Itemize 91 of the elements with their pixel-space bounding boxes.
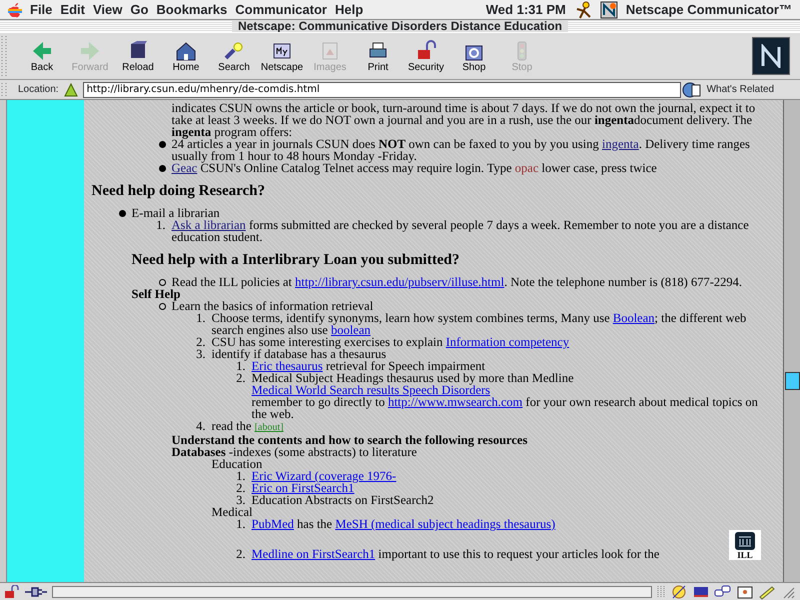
ill-badge[interactable]: ILL: [729, 530, 761, 560]
section-heading: Need help with a Interlibrary Loan you submitted?: [132, 252, 460, 268]
list-item: Choose terms, identify synonyms, learn how system combines terms, Many use Boolean; the different web search engines also use boolean: [212, 312, 748, 336]
link[interactable]: Medline on FirstSearch1: [252, 547, 376, 561]
toolbar-button[interactable]: Home: [162, 38, 210, 74]
list-number: 2.: [196, 335, 206, 349]
list-number: 2.: [236, 481, 246, 495]
menu-item[interactable]: Communicator: [235, 0, 327, 19]
url-field[interactable]: http://library.csun.edu/mhenry/de-comdis.html: [82, 82, 681, 98]
link[interactable]: Eric Wizard (coverage 1976-: [252, 469, 396, 483]
section-heading: Need help doing Research?: [92, 183, 266, 199]
toolbar-button[interactable]: Security: [402, 38, 450, 74]
menu-item[interactable]: Go: [130, 0, 148, 19]
list-item: Learn the basics of information retrieval: [172, 300, 374, 312]
list-number: 2.: [236, 371, 246, 385]
link[interactable]: ingenta: [602, 137, 639, 151]
scroll-thumb[interactable]: [785, 372, 800, 390]
search-icon: [223, 40, 245, 62]
list-item: Eric thesaurus retrieval for Speech impairment: [252, 360, 486, 372]
link[interactable]: Information competency: [446, 335, 570, 349]
list-number: 2.: [236, 547, 246, 561]
link[interactable]: Ask a librarian: [172, 218, 246, 232]
list-item: Medline on FirstSearch1 important to use this to request your articles look for the: [252, 548, 660, 560]
paragraph: indicates CSUN owns the article or book, turn-around time is about 7 days. If we do not own the journal, expect it to take at least 3 weeks. If we do NOT own a journal and you are in a rush, use the our ingentadocument delivery. The ingenta program offers:: [172, 102, 756, 138]
list-number: 4.: [196, 419, 206, 433]
home-icon: [175, 40, 197, 62]
menu-item[interactable]: File: [30, 0, 52, 19]
list-item: 24 articles a year in journals CSUN does NOT own can be faxed to you by you using ingenta. Delivery time ranges usually from 1 hour to 48 hours Monday -Friday.: [172, 138, 751, 162]
padlock-icon: [415, 40, 437, 62]
library-building-icon: [734, 531, 756, 551]
list-item: read the [about]: [212, 420, 284, 434]
n-letter-icon: [759, 44, 783, 68]
link[interactable]: Eric thesaurus: [252, 359, 323, 373]
command-text: opac: [514, 161, 538, 175]
list-number: 1.: [156, 218, 166, 232]
list-item: CSU has some interesting exercises to explain Information competency: [212, 336, 570, 348]
component-grip-icon[interactable]: [656, 584, 666, 600]
paragraph: Databases -indexes (some abstracts) to literature: [172, 446, 417, 458]
bullet-icon: [118, 210, 126, 217]
list-item: Read the ILL policies at http://library.csun.edu/pubserv/illuse.html. Note the telephone number is (818) 677-2294.: [172, 276, 742, 288]
link[interactable]: MeSH (medical subject headings thesaurus): [335, 517, 556, 531]
list-item: identify if database has a thesaurus: [212, 348, 386, 360]
globe-icon[interactable]: [680, 80, 703, 98]
link[interactable]: Geac: [172, 161, 198, 175]
bullet-icon: [158, 279, 166, 286]
chat-bubbles-icon[interactable]: [714, 584, 732, 600]
address-card-icon[interactable]: [736, 584, 754, 600]
netscape-logo[interactable]: [752, 37, 790, 75]
list-number: 1.: [236, 469, 246, 483]
list-number: 3.: [196, 347, 206, 361]
menu-item[interactable]: Bookmarks: [156, 0, 228, 19]
toolbar-button[interactable]: Reload: [114, 38, 162, 74]
link[interactable]: PubMed: [252, 517, 294, 531]
menu-item[interactable]: Help: [334, 0, 364, 19]
padlock-open-icon[interactable]: [4, 584, 20, 598]
list-number: 1.: [236, 517, 246, 531]
bullet-icon: [158, 165, 166, 172]
list-item: E-mail a librarian: [132, 207, 220, 219]
list-item: Ask a librarian forms submitted are checked by several people 7 days a week. Remember to note you are a distance education student.: [172, 219, 750, 243]
paragraph: Medical: [212, 506, 252, 518]
bullet-icon: [158, 303, 166, 310]
netscape-app-icon[interactable]: [600, 0, 618, 18]
list-item: PubMed has the MeSH (medical subject headings thesaurus): [252, 518, 556, 530]
apple-icon: [8, 2, 22, 18]
plug-icon[interactable]: [24, 584, 48, 598]
list-item: Education Abstracts on FirstSearch2: [252, 494, 434, 506]
scrollbar[interactable]: [783, 100, 800, 582]
toolbar-button[interactable]: Shop: [450, 38, 498, 74]
application-name: Netscape Communicator™: [626, 1, 792, 19]
back-arrow-icon: [31, 40, 53, 62]
whats-related-button[interactable]: What's Related: [706, 82, 774, 97]
link[interactable]: http://library.csun.edu/pubserv/illuse.html: [294, 275, 504, 289]
toolbar-button[interactable]: Back: [18, 38, 66, 74]
list-item: Medical Subject Headings thesaurus used by more than Medline Medical World Search results Speech Disorders remember to go directly to http://www.mwsearch.com for your own research about medical topics on the web.: [252, 372, 759, 420]
list-item: Geac CSUN's Online Catalog Telnet access may require login. Type opac lower case, press twice: [172, 162, 657, 174]
paragraph: Education: [212, 458, 262, 470]
link[interactable]: Boolean: [612, 311, 655, 325]
toolbar-button[interactable]: Netscape: [258, 38, 306, 74]
location-label: Location:: [18, 83, 59, 97]
bold-label: Self Help: [132, 288, 180, 300]
clock: Wed 1:31 PM: [486, 1, 566, 19]
forward-arrow-icon: [79, 40, 101, 62]
list-number: 1.: [196, 311, 206, 325]
bullet-icon: [158, 141, 166, 148]
menu-item[interactable]: View: [92, 0, 122, 19]
toolbar-button[interactable]: Search: [210, 38, 258, 74]
bold-label: Understand the contents and how to search the following resources: [172, 434, 528, 446]
menu-item[interactable]: Edit: [60, 0, 85, 19]
list-number: 3.: [236, 493, 246, 507]
toolbar-button[interactable]: Print: [354, 38, 402, 74]
list-number: 1.: [236, 359, 246, 373]
